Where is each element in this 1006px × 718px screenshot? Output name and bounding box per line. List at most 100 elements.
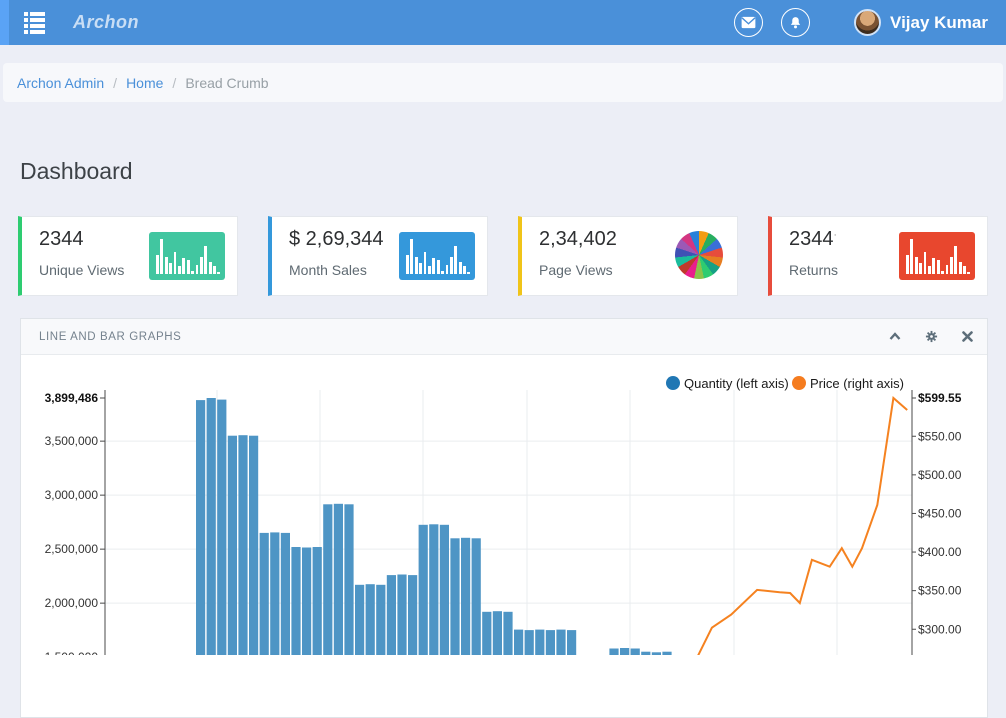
legend-label-price: Price (right axis): [810, 376, 904, 391]
chevron-up-icon: [889, 332, 901, 341]
svg-text:$500.00: $500.00: [918, 468, 962, 482]
value-mark: ·: [834, 229, 837, 240]
spark-bar: [454, 246, 457, 274]
avatar: [854, 9, 881, 36]
spark-bar: [441, 271, 444, 274]
settings-button[interactable]: [925, 330, 938, 343]
list-icon: [24, 12, 45, 16]
card-month-sales: $ 2,69,344 Month Sales: [268, 216, 488, 296]
breadcrumb: Archon Admin / Home / Bread Crumb: [3, 63, 1003, 102]
spark-bar: [169, 263, 172, 274]
close-button[interactable]: [962, 330, 973, 343]
spark-bar: [910, 239, 913, 274]
spark-bar: [459, 262, 462, 274]
spark-bar: [191, 271, 194, 274]
spark-bar: [932, 258, 935, 274]
bar-chart-icon: [149, 232, 225, 280]
spark-bar: [217, 272, 220, 274]
price-line: [698, 398, 907, 655]
svg-text:2,500,000: 2,500,000: [45, 542, 99, 556]
breadcrumb-link-home[interactable]: Home: [126, 75, 163, 91]
panel-title: LINE AND BAR GRAPHS: [39, 331, 889, 343]
breadcrumb-link-archon-admin[interactable]: Archon Admin: [17, 75, 104, 91]
spark-bar: [924, 252, 927, 274]
spark-bar: [946, 265, 949, 274]
spark-bar: [467, 272, 470, 274]
user-name: Vijay Kumar: [890, 13, 988, 33]
panel-header: LINE AND BAR GRAPHS: [21, 319, 987, 355]
chart-legend: Quantity (left axis) Price (right axis): [666, 376, 904, 391]
spark-bar: [209, 262, 212, 274]
spark-bar: [415, 257, 418, 275]
spark-bar: [160, 239, 163, 274]
top-header: Archon Vijay Kumar: [0, 0, 1006, 45]
spark-bar: [450, 257, 453, 274]
left-axis: 3,899,486 3,500,000 3,000,000 2,500,000 2,00…: [45, 390, 105, 655]
close-icon: [962, 331, 973, 342]
spark-bar: [919, 263, 922, 274]
svg-text:$550.00: $550.00: [918, 429, 962, 443]
spark-bar: [187, 260, 190, 274]
panel-body: 3,899,486 3,500,000 3,000,000 2,500,000 2,00…: [21, 355, 987, 655]
spark-bar: [937, 260, 940, 274]
bar-chart-icon: [399, 232, 475, 280]
svg-text:1,500,000: 1,500,000: [45, 650, 99, 655]
bell-icon: [788, 15, 803, 31]
svg-text:$350.00: $350.00: [918, 584, 962, 598]
spark-bar: [156, 255, 159, 274]
gear-icon: [925, 330, 938, 343]
spark-bar: [178, 266, 181, 274]
collapse-button[interactable]: [889, 330, 901, 343]
card-page-views: 2,34,402 Page Views: [518, 216, 738, 296]
svg-text:3,899,486: 3,899,486: [45, 391, 99, 405]
svg-text:$300.00: $300.00: [918, 622, 962, 636]
spark-bar: [928, 266, 931, 274]
spark-bar: [446, 265, 449, 274]
svg-text:$450.00: $450.00: [918, 506, 962, 520]
brand-logo[interactable]: Archon: [73, 12, 139, 33]
bar-chart-icon: [899, 232, 975, 280]
card-returns: 2344· Returns: [768, 216, 988, 296]
spark-bar: [182, 258, 185, 274]
card-unique-views: 2344 Unique Views: [18, 216, 238, 296]
notifications-button[interactable]: [781, 8, 810, 37]
spark-bar: [967, 272, 970, 274]
legend-dot-quantity: [666, 376, 680, 390]
spark-bar: [428, 266, 431, 274]
line-bar-chart: 3,899,486 3,500,000 3,000,000 2,500,000 2,00…: [21, 355, 987, 655]
spark-bar: [915, 257, 918, 275]
spark-bar: [463, 266, 466, 274]
spark-bar: [419, 263, 422, 274]
user-menu[interactable]: Vijay Kumar: [854, 9, 988, 36]
menu-toggle-button[interactable]: [22, 10, 47, 36]
spark-bar: [196, 265, 199, 274]
sidebar-accent-strip: [0, 0, 9, 45]
spark-bar: [954, 246, 957, 274]
legend-dot-price: [792, 376, 806, 390]
svg-text:3,000,000: 3,000,000: [45, 488, 99, 502]
breadcrumb-current: Bread Crumb: [185, 75, 268, 91]
spark-bar: [213, 266, 216, 274]
right-axis: $599.55$550.00$500.00$450.00$400.00$350.…: [912, 390, 962, 655]
page-title: Dashboard: [20, 158, 133, 185]
svg-text:2,000,000: 2,000,000: [45, 596, 99, 610]
pie-chart-icon: [675, 231, 723, 279]
stat-cards: 2344 Unique Views $ 2,69,344 Month Sales…: [18, 216, 988, 296]
quantity-bars: [196, 398, 672, 655]
envelope-icon: [741, 16, 756, 29]
line-bar-panel: LINE AND BAR GRAPHS: [20, 318, 988, 718]
header-actions: Vijay Kumar: [734, 0, 988, 45]
spark-bar: [432, 258, 435, 274]
spark-bar: [406, 255, 409, 274]
spark-bar: [941, 271, 944, 274]
svg-text:3,500,000: 3,500,000: [45, 434, 99, 448]
breadcrumb-separator: /: [172, 75, 176, 91]
svg-text:$400.00: $400.00: [918, 545, 962, 559]
spark-bar: [204, 246, 207, 274]
spark-bar: [174, 252, 177, 274]
breadcrumb-separator: /: [113, 75, 117, 91]
spark-bar: [963, 266, 966, 274]
messages-button[interactable]: [734, 8, 763, 37]
legend-label-quantity: Quantity (left axis): [684, 376, 789, 391]
spark-bar: [437, 260, 440, 274]
